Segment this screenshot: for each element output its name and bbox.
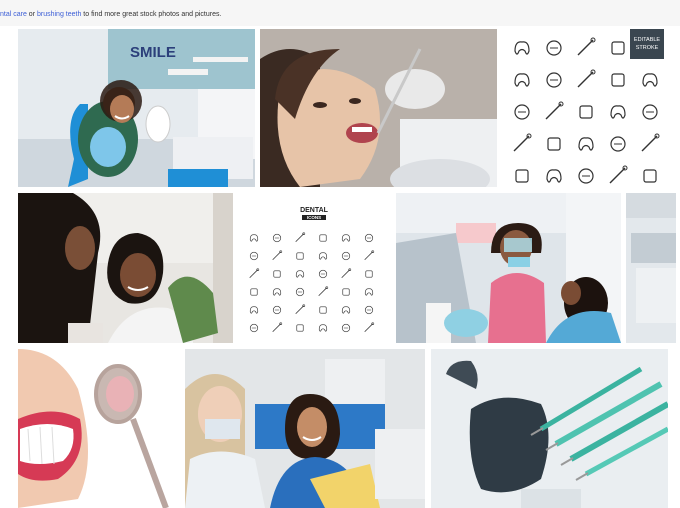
photo-dentist-mirror-exam[interactable] — [260, 29, 497, 187]
dental-sheet-icon — [293, 249, 307, 263]
dental-sheet-icon — [247, 249, 261, 263]
dental-line-icon — [541, 99, 567, 125]
dental-sheet-icon — [247, 285, 261, 299]
svg-text:SMILE: SMILE — [130, 44, 176, 61]
dental-sheet-icon — [362, 285, 376, 299]
dental-line-icon — [605, 35, 631, 61]
brushing-teeth-link[interactable]: brushing teeth — [37, 11, 81, 18]
dental-sheet-icon — [247, 321, 261, 335]
editable-stroke-badge: EDITABLE STROKE — [630, 29, 664, 59]
dental-line-icon — [637, 99, 663, 125]
dental-line-icon — [541, 35, 567, 61]
dental-sheet-icon — [339, 303, 353, 317]
dental-sheet-icon — [270, 285, 284, 299]
dental-sheet-icon — [247, 267, 261, 281]
dental-line-icon — [605, 163, 631, 187]
dental-line-icon — [573, 67, 599, 93]
dental-sheet-icon — [293, 267, 307, 281]
dental-sheet-icon — [362, 231, 376, 245]
dental-sheet-icon — [247, 303, 261, 317]
dental-sheet-icon — [316, 285, 330, 299]
photo-smile-mirror-closeup[interactable] — [18, 349, 179, 508]
dental-line-icon — [573, 131, 599, 157]
dental-line-icon — [509, 163, 535, 187]
dental-sheet-icon — [339, 249, 353, 263]
search-hint: ntal care or brushing teeth to find more… — [0, 11, 221, 18]
photo-dentist-child-checkup[interactable] — [396, 193, 621, 343]
dental-line-icon — [541, 131, 567, 157]
dental-line-icon — [541, 67, 567, 93]
dental-sheet-icon — [316, 303, 330, 317]
dental-sheet-icon — [316, 249, 330, 263]
dental-sheet-icon — [316, 231, 330, 245]
sheet-subtitle: ICONS — [237, 215, 391, 220]
dental-line-icon — [509, 35, 535, 61]
dental-sheet-icon — [247, 231, 261, 245]
dental-sheet-icon — [339, 267, 353, 281]
dental-sheet-icon — [362, 321, 376, 335]
photo-patient-dentist-talk[interactable] — [18, 193, 233, 343]
hint-rest-text: to find more great stock photos and pict… — [81, 11, 222, 18]
dental-sheet-icon — [316, 321, 330, 335]
dental-line-icon — [573, 163, 599, 187]
dental-line-icon — [637, 131, 663, 157]
dental-line-icon — [605, 131, 631, 157]
dental-sheet-icon — [293, 231, 307, 245]
photo-woman-dental-chair[interactable]: SMILE — [18, 29, 255, 187]
badge-line-2: STROKE — [635, 45, 659, 51]
dental-care-link[interactable]: ntal care — [0, 11, 27, 18]
photo-dental-drill-tools[interactable] — [431, 349, 668, 508]
dental-sheet-icon — [270, 321, 284, 335]
photo-dental-clinic-partial[interactable] — [626, 193, 676, 343]
dental-sheet-icon — [293, 285, 307, 299]
dental-sheet-icon — [270, 267, 284, 281]
badge-line-1: EDITABLE — [633, 37, 661, 43]
dental-line-icon — [605, 67, 631, 93]
dental-sheet-icon — [270, 231, 284, 245]
dental-sheet-icon — [270, 249, 284, 263]
dental-sheet-icon — [362, 249, 376, 263]
dental-sheet-icon — [339, 231, 353, 245]
dental-sheet-icon — [339, 321, 353, 335]
dental-sheet-icon — [339, 285, 353, 299]
dental-sheet-icon — [293, 321, 307, 335]
dental-line-icon — [509, 131, 535, 157]
dental-line-icon — [541, 163, 567, 187]
dental-line-icon — [509, 99, 535, 125]
illustration-dental-icon-grid[interactable]: EDITABLE STROKE — [501, 29, 664, 187]
dental-sheet-icon — [270, 303, 284, 317]
dental-line-icon — [573, 99, 599, 125]
hint-or-text: or — [26, 11, 37, 18]
dental-line-icon — [637, 67, 663, 93]
dental-sheet-icon — [293, 303, 307, 317]
search-hint-bar: ntal care or brushing teeth to find more… — [0, 0, 680, 26]
dental-line-icon — [637, 163, 663, 187]
dental-line-icon — [605, 99, 631, 125]
dental-line-icon — [573, 35, 599, 61]
dental-sheet-icon — [362, 267, 376, 281]
photo-woman-dental-checkup[interactable] — [185, 349, 425, 508]
dental-sheet-icon — [362, 303, 376, 317]
dental-line-icon — [509, 67, 535, 93]
dental-sheet-icon — [316, 267, 330, 281]
sheet-title: DENTAL — [300, 207, 328, 214]
illustration-dental-icons-sheet[interactable]: DENTAL ICONS — [237, 193, 391, 343]
